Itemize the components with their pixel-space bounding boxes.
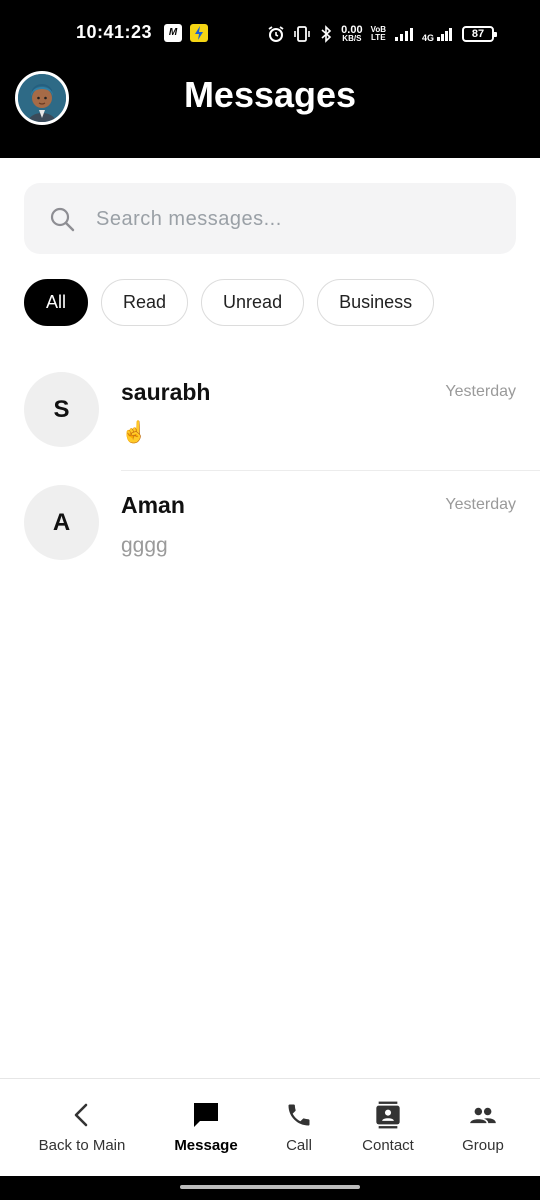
nav-back-to-main[interactable]: Back to Main [34, 1101, 130, 1154]
message-preview: ☝️ [121, 421, 148, 444]
battery-icon: 87 [462, 26, 497, 42]
messages-screen: All Read Unread Business S saurabh Yeste… [0, 158, 540, 1078]
alarm-icon [268, 26, 284, 42]
status-icons: 0.00 KB/S VoB LTE 4G 87 [267, 22, 497, 46]
signal-2-icon [437, 28, 452, 41]
nav-call[interactable]: Call [276, 1101, 322, 1154]
page-title: Messages [183, 74, 357, 115]
nav-label: Back to Main [38, 1137, 126, 1154]
contact-avatar: A [24, 485, 99, 560]
nav-label: Message [174, 1137, 238, 1154]
nav-label: Call [286, 1137, 312, 1154]
myntra-notification-icon: M [164, 24, 182, 42]
signal-icon [394, 28, 413, 41]
filter-chips: All Read Unread Business [24, 279, 435, 326]
contact-name: Aman [121, 492, 185, 518]
filter-chip-business[interactable]: Business [317, 279, 435, 326]
contact-avatar: S [24, 372, 99, 447]
search-bar[interactable] [24, 183, 516, 254]
nav-group[interactable]: Group [458, 1101, 508, 1154]
volte-indicator: VoB LTE [370, 25, 386, 42]
nav-label: Contact [362, 1137, 414, 1154]
search-icon [50, 207, 75, 232]
group-icon [470, 1107, 496, 1124]
message-preview: gggg [121, 534, 168, 557]
network-type: 4G [422, 26, 454, 43]
contact-card-icon [376, 1101, 400, 1129]
message-time: Yesterday [445, 383, 516, 400]
search-input[interactable] [96, 199, 496, 239]
app-header: Messages [0, 66, 540, 158]
nav-label: Group [462, 1137, 504, 1154]
chevron-left-icon [74, 1103, 88, 1127]
flipkart-notification-icon [190, 24, 208, 42]
contact-name: saurabh [121, 379, 211, 405]
home-indicator[interactable] [180, 1185, 360, 1189]
network-speed: 0.00 KB/S [341, 24, 363, 43]
nav-contact[interactable]: Contact [356, 1101, 420, 1154]
filter-chip-unread[interactable]: Unread [201, 279, 305, 326]
conversation-row[interactable]: S saurabh Yesterday ☝️ [0, 359, 540, 471]
message-icon [194, 1103, 218, 1127]
status-bar: 10:41:23 M 0.00 KB/S VoB LTE 4G 87 [0, 0, 540, 66]
bluetooth-icon [321, 25, 332, 43]
row-divider [121, 470, 540, 471]
bottom-navigation: Back to Main Message Call Contact Group [0, 1078, 540, 1176]
message-time: Yesterday [445, 496, 516, 513]
filter-chip-read[interactable]: Read [101, 279, 189, 326]
filter-chip-all[interactable]: All [24, 279, 89, 326]
system-gesture-bar [0, 1176, 540, 1200]
nav-message[interactable]: Message [170, 1101, 242, 1154]
phone-icon [288, 1104, 310, 1126]
conversation-row[interactable]: A Aman Yesterday gggg [0, 472, 540, 584]
vibrate-icon [294, 26, 310, 42]
status-time: 10:41:23 [76, 22, 153, 42]
